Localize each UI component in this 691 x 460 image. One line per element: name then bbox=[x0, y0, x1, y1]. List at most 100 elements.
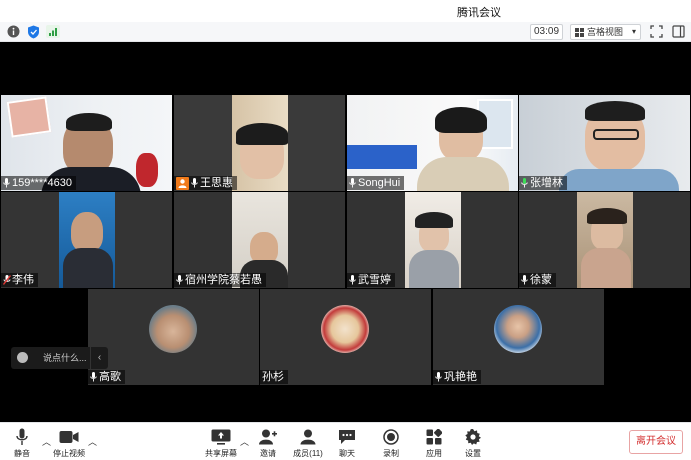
wall-painting bbox=[6, 96, 52, 138]
members-label: 成员(11) bbox=[293, 449, 323, 458]
view-mode-label: 宫格视图 bbox=[587, 27, 624, 37]
chat-bubble-icon bbox=[327, 428, 367, 446]
add-user-icon bbox=[248, 428, 288, 446]
window-title: 腾讯会议 bbox=[457, 7, 501, 19]
sidebar-toggle-icon[interactable] bbox=[672, 25, 686, 39]
participant-avatar bbox=[494, 305, 542, 353]
chat-placeholder: 说点什么... bbox=[43, 353, 87, 363]
participant-face bbox=[71, 212, 103, 252]
invite-label: 邀请 bbox=[260, 449, 276, 458]
participant-name: 宿州学院蔡若愚 bbox=[185, 274, 262, 286]
microphone-icon bbox=[435, 372, 442, 382]
microphone-icon bbox=[349, 275, 356, 285]
participant-name: 李伟 bbox=[12, 274, 34, 286]
chevron-up-icon[interactable]: ︿ bbox=[88, 435, 97, 448]
participant-avatar bbox=[321, 305, 369, 353]
participant-name-tag: 徐蒙 bbox=[519, 273, 556, 287]
participant-name-tag: 高歌 bbox=[88, 370, 125, 384]
stop-video-label: 停止视频 bbox=[53, 449, 85, 458]
video-tile[interactable]: 徐蒙 bbox=[519, 192, 690, 288]
participant-hair bbox=[585, 101, 645, 121]
record-button[interactable]: 录制 bbox=[371, 428, 411, 459]
mute-button[interactable]: 静音 bbox=[2, 428, 42, 459]
chevron-left-icon[interactable]: ‹ bbox=[90, 347, 108, 369]
members-button[interactable]: 成员(11) bbox=[288, 428, 328, 459]
apps-grid-icon bbox=[414, 428, 454, 446]
chat-label: 聊天 bbox=[339, 449, 355, 458]
video-tile[interactable]: 宿州学院蔡若愚 bbox=[174, 192, 345, 288]
participant-name: 孙杉 bbox=[262, 371, 284, 383]
participant-name: 巩艳艳 bbox=[444, 371, 477, 383]
settings-button[interactable]: 设置 bbox=[453, 428, 493, 459]
participant-hair bbox=[587, 208, 627, 224]
microphone-icon bbox=[176, 275, 183, 285]
fullscreen-icon[interactable] bbox=[650, 25, 664, 39]
glasses bbox=[593, 129, 639, 140]
video-tile[interactable]: 高歌 bbox=[88, 289, 259, 385]
participant-hair bbox=[236, 123, 288, 145]
stop-video-button[interactable]: 停止视频 bbox=[49, 428, 89, 459]
video-tile[interactable]: 159****4630 bbox=[1, 95, 172, 191]
users-icon bbox=[288, 428, 328, 446]
participant-body bbox=[63, 248, 113, 288]
chat-button[interactable]: 聊天 bbox=[327, 428, 367, 459]
screen-share-icon bbox=[201, 428, 241, 446]
decoration bbox=[136, 153, 158, 187]
meeting-toolbar: 03:09 宫格视图 ▾ bbox=[0, 22, 691, 42]
apps-label: 应用 bbox=[426, 449, 442, 458]
video-tile-active-speaker[interactable]: 张增林 bbox=[519, 95, 690, 191]
video-tile[interactable]: SongHui bbox=[347, 95, 518, 191]
video-grid: 159****4630 王思惠 SongHui 张增林 李伟 宿州学院蔡若愚 武… bbox=[0, 42, 691, 422]
meeting-timer: 03:09 bbox=[530, 24, 563, 40]
gear-icon bbox=[453, 428, 493, 446]
invite-button[interactable]: 邀请 bbox=[248, 428, 288, 459]
participant-name-tag: 王思惠 bbox=[174, 176, 237, 190]
mute-label: 静音 bbox=[14, 449, 30, 458]
microphone-muted-icon bbox=[3, 275, 11, 285]
host-badge-icon bbox=[176, 176, 189, 190]
microphone-icon bbox=[3, 178, 10, 188]
record-label: 录制 bbox=[383, 449, 399, 458]
video-tile[interactable]: 孙杉 bbox=[260, 289, 431, 385]
video-tile[interactable]: 武雪婷 bbox=[347, 192, 518, 288]
video-tile[interactable]: 巩艳艳 bbox=[433, 289, 604, 385]
record-icon bbox=[371, 428, 411, 446]
emoji-icon[interactable] bbox=[17, 352, 28, 363]
view-mode-dropdown[interactable]: 宫格视图 ▾ bbox=[570, 24, 641, 40]
participant-name-tag: 李伟 bbox=[1, 273, 38, 287]
participant-body bbox=[409, 250, 459, 288]
microphone-icon bbox=[349, 178, 356, 188]
microphone-speaking-icon bbox=[521, 178, 528, 188]
participant-name: SongHui bbox=[358, 177, 401, 189]
participant-name: 张增林 bbox=[530, 177, 563, 189]
microphone-icon bbox=[521, 275, 528, 285]
control-bar: 静音 ︿ 停止视频 ︿ 共享屏幕 ︿ 邀请 成员(11) 聊天 录制 应用 设置… bbox=[0, 422, 691, 460]
participant-name-tag: 武雪婷 bbox=[347, 273, 395, 287]
microphone-icon bbox=[191, 178, 198, 188]
shield-icon[interactable] bbox=[27, 25, 41, 39]
video-tile[interactable]: 李伟 bbox=[1, 192, 172, 288]
microphone-icon bbox=[90, 372, 97, 382]
leave-meeting-button[interactable]: 离开会议 bbox=[629, 430, 683, 454]
microphone-icon bbox=[2, 428, 42, 446]
participant-avatar bbox=[149, 305, 197, 353]
signal-icon[interactable] bbox=[46, 25, 60, 39]
chat-input[interactable]: 说点什么... ‹ bbox=[11, 347, 108, 369]
participant-name-tag: 159****4630 bbox=[1, 176, 76, 190]
video-tile[interactable]: 王思惠 bbox=[174, 95, 345, 191]
chevron-down-icon: ▾ bbox=[631, 27, 636, 36]
participant-name-tag: SongHui bbox=[347, 176, 405, 190]
participant-name: 高歌 bbox=[99, 371, 121, 383]
participant-name: 徐蒙 bbox=[530, 274, 552, 286]
participant-name-tag: 巩艳艳 bbox=[433, 370, 481, 384]
settings-label: 设置 bbox=[465, 449, 481, 458]
apps-button[interactable]: 应用 bbox=[414, 428, 454, 459]
participant-hair bbox=[415, 212, 453, 228]
participant-name: 武雪婷 bbox=[358, 274, 391, 286]
participant-name-tag: 宿州学院蔡若愚 bbox=[174, 273, 266, 287]
grid-view-icon bbox=[575, 28, 584, 37]
share-screen-button[interactable]: 共享屏幕 bbox=[201, 428, 241, 459]
participant-hair bbox=[66, 113, 112, 131]
info-icon[interactable] bbox=[7, 25, 21, 39]
title-bar: 腾讯会议 bbox=[0, 0, 691, 22]
